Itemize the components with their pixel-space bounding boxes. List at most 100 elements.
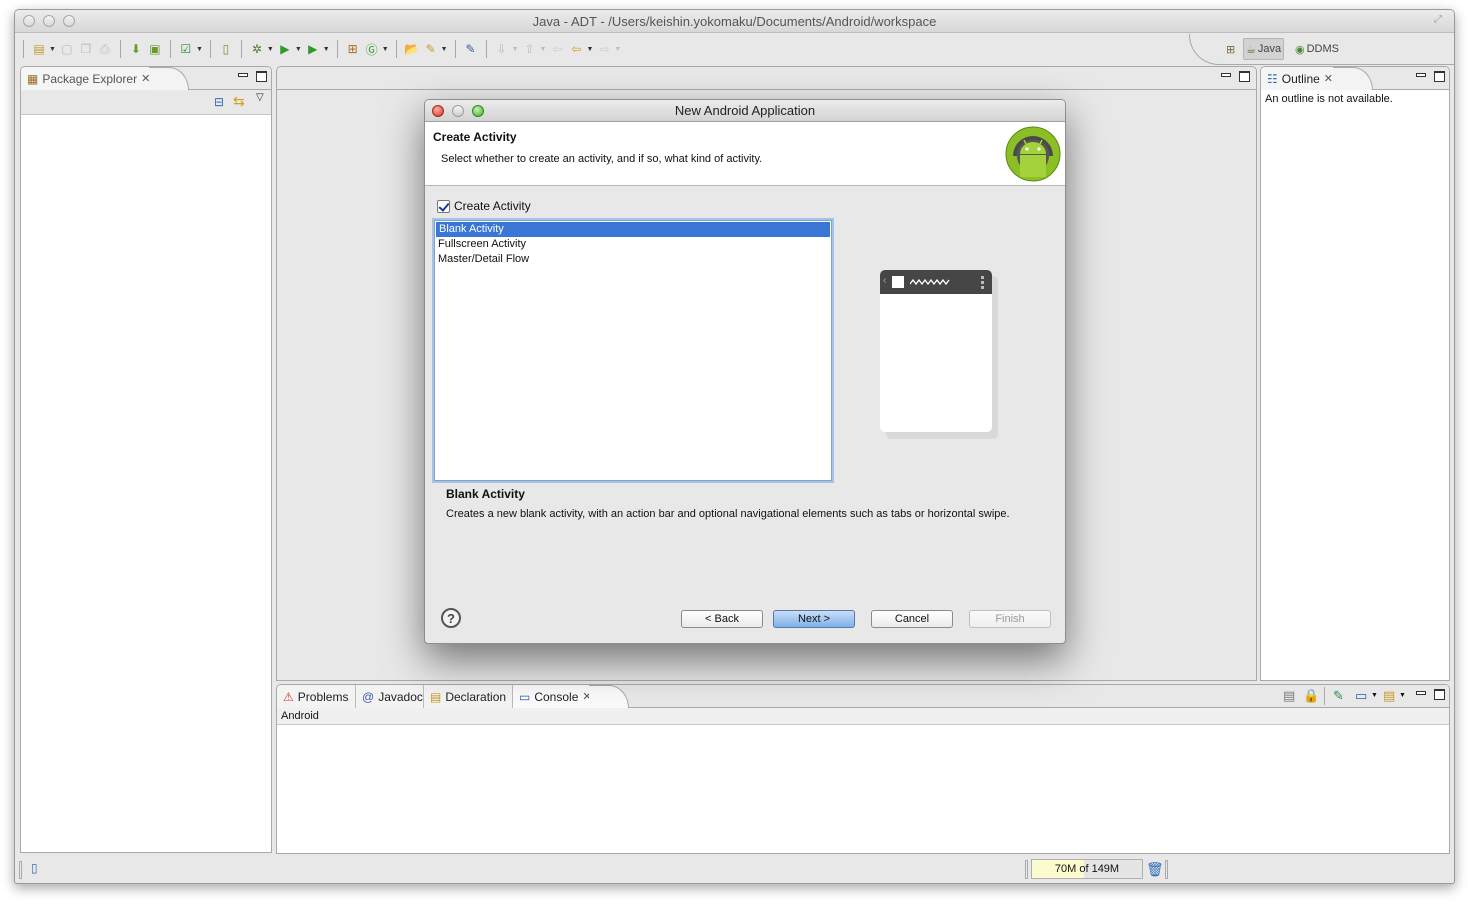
fast-view-icon[interactable]: ▯	[31, 861, 38, 875]
new-java-package-icon[interactable]: ⊞	[345, 41, 361, 57]
activity-type-list[interactable]: Blank Activity Fullscreen Activity Maste…	[434, 220, 832, 481]
perspective-ddms-label: DDMS	[1306, 43, 1339, 55]
preview-up-caret-icon: ‹	[883, 275, 887, 286]
tab-curve	[149, 67, 189, 90]
cancel-button[interactable]: Cancel	[871, 610, 953, 628]
tab-package-explorer[interactable]: ▦ Package Explorer ✕	[21, 67, 161, 90]
list-item[interactable]: Blank Activity	[436, 222, 830, 237]
run-icon[interactable]: ▶	[277, 41, 293, 57]
status-bar-handle	[19, 861, 22, 879]
console-name: Android	[277, 708, 1449, 725]
previous-annotation-dropdown-arrow[interactable]: ▼	[540, 46, 547, 53]
ddms-perspective-icon: ◉	[1295, 43, 1305, 56]
external-tools-dropdown-arrow[interactable]: ▼	[323, 46, 330, 53]
maximize-editor-button[interactable]	[1239, 71, 1250, 82]
tab-problems[interactable]: ⚠ Problems	[277, 685, 356, 708]
next-button[interactable]: Next >	[773, 610, 855, 628]
run-dropdown-arrow[interactable]: ▼	[295, 46, 302, 53]
scroll-lock-icon[interactable]: 🔒	[1303, 688, 1319, 704]
maximize-view-button[interactable]	[256, 71, 267, 82]
search-icon[interactable]: ✎	[423, 41, 439, 57]
android-avd-manager-icon[interactable]: ▣	[147, 41, 163, 57]
toolbar-separator	[209, 40, 211, 58]
debug-icon[interactable]: ✲	[249, 41, 265, 57]
pin-console-icon[interactable]: ✎	[1333, 688, 1344, 704]
display-console-dropdown-arrow[interactable]: ▼	[1371, 692, 1378, 699]
open-console-dropdown-arrow[interactable]: ▼	[1399, 692, 1406, 699]
tab-console[interactable]: ▭ Console ✕	[513, 685, 601, 708]
new-class-dropdown-arrow[interactable]: ▼	[382, 46, 389, 53]
banner-title: Create Activity	[433, 130, 517, 144]
finish-button[interactable]: Finish	[969, 610, 1051, 628]
heap-status: 70M of 149M	[1031, 859, 1143, 879]
back-button[interactable]: < Back	[681, 610, 763, 628]
display-console-icon[interactable]: ▭	[1355, 688, 1367, 704]
new-java-class-icon[interactable]: Ⓖ	[364, 41, 380, 57]
tab-javadoc-label: Javadoc	[378, 689, 423, 704]
next-annotation-icon[interactable]: ⇩	[494, 41, 510, 57]
list-item[interactable]: Fullscreen Activity	[435, 237, 831, 252]
clear-console-icon[interactable]: ▤	[1283, 688, 1295, 704]
toolbar-separator	[23, 40, 24, 58]
minimize-view-button[interactable]	[1416, 691, 1426, 695]
console-icon: ▭	[519, 689, 531, 704]
lint-check-icon[interactable]: ☑	[178, 41, 194, 57]
print-icon[interactable]: ⎙	[97, 41, 113, 57]
perspective-java[interactable]: ☕ Java	[1243, 38, 1285, 60]
tab-outline[interactable]: ☷ Outline ✕	[1261, 67, 1343, 90]
minimize-view-button[interactable]	[1416, 73, 1426, 77]
next-annotation-dropdown-arrow[interactable]: ▼	[512, 46, 519, 53]
status-bar-handle	[1025, 860, 1028, 879]
problems-icon: ⚠	[283, 689, 294, 704]
toggle-mark-occurrences-icon[interactable]: ✎	[463, 41, 479, 57]
create-activity-checkbox[interactable]	[437, 199, 450, 213]
heap-status-text: 70M of 149M	[1054, 863, 1120, 875]
list-item[interactable]: Master/Detail Flow	[435, 252, 831, 267]
preview-app-icon	[892, 276, 904, 288]
external-tools-icon[interactable]: ▶	[305, 41, 321, 57]
minimize-editor-button[interactable]	[1221, 73, 1231, 77]
new-wizard-icon[interactable]: ▤	[31, 41, 47, 57]
create-activity-label: Create Activity	[454, 199, 531, 213]
maximize-view-button[interactable]	[1434, 71, 1445, 82]
new-dropdown-arrow[interactable]: ▼	[49, 46, 56, 53]
close-tab-icon[interactable]: ✕	[1324, 72, 1333, 85]
open-console-icon[interactable]: ▤	[1383, 688, 1395, 704]
save-all-icon[interactable]: ❐	[78, 41, 94, 57]
preview-title-squiggle-icon	[910, 279, 950, 285]
fullscreen-icon[interactable]: ⤢	[1434, 14, 1448, 28]
debug-dropdown-arrow[interactable]: ▼	[267, 46, 274, 53]
tab-javadoc[interactable]: @ Javadoc	[356, 685, 424, 708]
open-type-icon[interactable]: 📂	[404, 41, 420, 57]
lint-dropdown-arrow[interactable]: ▼	[196, 46, 203, 53]
tab-declaration[interactable]: ▤ Declaration	[424, 685, 513, 708]
forward-dropdown-arrow[interactable]: ▼	[614, 46, 621, 53]
forward-icon[interactable]: ⇨	[596, 41, 612, 57]
create-activity-checkbox-row[interactable]: Create Activity	[437, 199, 531, 213]
status-bar-handle	[1165, 860, 1168, 879]
last-edit-location-icon[interactable]: ⇦	[549, 41, 565, 57]
perspective-java-label: Java	[1257, 43, 1282, 55]
collapse-all-icon[interactable]: ⊟	[214, 95, 224, 109]
search-dropdown-arrow[interactable]: ▼	[441, 46, 448, 53]
back-dropdown-arrow[interactable]: ▼	[586, 46, 593, 53]
open-perspective-button[interactable]: ⊞	[1224, 38, 1237, 60]
perspective-ddms[interactable]: ◉ DDMS	[1293, 38, 1341, 60]
save-icon[interactable]: ▢	[59, 41, 75, 57]
garbage-collect-icon[interactable]: 🗑	[1146, 861, 1164, 878]
view-menu-icon[interactable]: ▽	[256, 92, 264, 103]
dialog-banner: Create Activity Select whether to create…	[425, 122, 1065, 186]
dialog-title: New Android Application	[674, 103, 816, 118]
outline-icon: ☷	[1267, 71, 1278, 86]
new-android-xml-icon[interactable]: ▯	[218, 41, 234, 57]
minimize-view-button[interactable]	[238, 73, 248, 77]
help-button[interactable]: ?	[441, 608, 461, 628]
android-sdk-manager-icon[interactable]: ⬇	[128, 41, 144, 57]
back-icon[interactable]: ⇦	[568, 41, 584, 57]
package-explorer-toolbar: ⊟ ⇆ ▽	[21, 90, 271, 115]
selected-activity-description: Creates a new blank activity, with an ac…	[446, 508, 1010, 520]
previous-annotation-icon[interactable]: ⇧	[522, 41, 538, 57]
maximize-view-button[interactable]	[1434, 689, 1445, 700]
toolbar-separator	[485, 40, 487, 58]
link-with-editor-icon[interactable]: ⇆	[233, 93, 245, 110]
